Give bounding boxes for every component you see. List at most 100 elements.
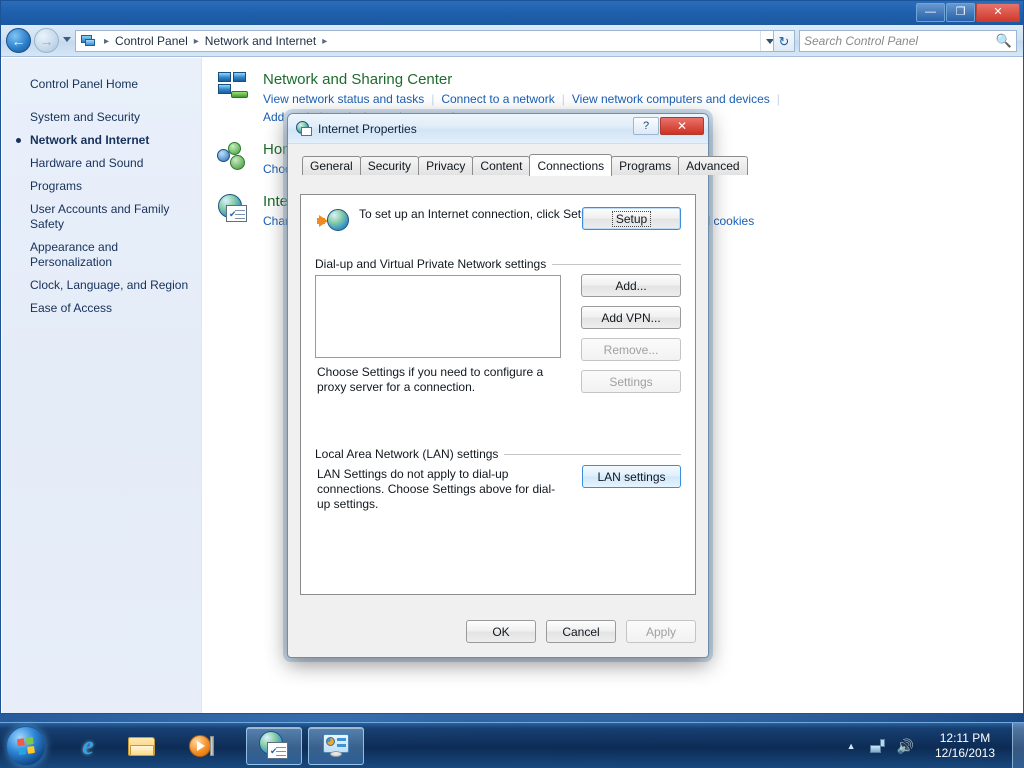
dialup-connections-list[interactable] (315, 275, 561, 358)
link-view-network-status-and-tasks[interactable]: View network status and tasks (263, 90, 424, 108)
lan-note: LAN Settings do not apply to dial-up con… (317, 467, 556, 511)
taskbar-internet-options[interactable]: ✔ (246, 727, 302, 765)
homegroup-icon (217, 140, 257, 178)
window-controls: — ❐ ✕ (916, 3, 1020, 22)
sidebar-item-clock-language-and-region[interactable]: Clock, Language, and Region (2, 274, 201, 297)
network-icon[interactable] (869, 739, 885, 753)
show-hidden-icons-button[interactable]: ▲ (839, 741, 864, 751)
show-desktop-button[interactable] (1012, 723, 1024, 768)
link-connect-to-a-network[interactable]: Connect to a network (441, 90, 554, 108)
taskbar: e ✔ ▲ 🔊 12:11 PM 12/16/2013 (0, 722, 1024, 768)
clock-time: 12:11 PM (939, 731, 991, 745)
sidebar-item-user-accounts-and-family-safety[interactable]: User Accounts and Family Safety (2, 198, 201, 236)
setup-button-label: Setup (611, 210, 652, 227)
tab-content[interactable]: Content (472, 156, 531, 175)
link-divider: | (431, 92, 435, 106)
clock[interactable]: 12:11 PM 12/16/2013 (920, 731, 1012, 761)
tab-privacy[interactable]: Privacy (418, 156, 474, 175)
link-view-network-computers-and-devices[interactable]: View network computers and devices (572, 90, 770, 108)
dialog-body: General Security Privacy Content Connect… (288, 144, 748, 657)
group-divider-line (504, 453, 681, 455)
control-panel-icon (80, 33, 96, 49)
sidebar-item-network-and-internet[interactable]: Network and Internet (2, 129, 201, 152)
close-button[interactable]: ✕ (976, 3, 1020, 22)
add-vpn-button[interactable]: Add VPN... (581, 306, 681, 329)
internet-explorer-icon: e (82, 731, 94, 760)
recent-pages-chevron-down-icon[interactable] (63, 37, 71, 42)
taskbar-internet-explorer[interactable]: e (66, 727, 110, 765)
back-button[interactable]: ← (6, 28, 31, 53)
sidebar-item-control-panel-home[interactable]: Control Panel Home (2, 73, 201, 96)
dialup-buttons: Add... Add VPN... Remove... Settings (581, 274, 681, 402)
volume-icon[interactable]: 🔊 (891, 739, 920, 753)
lan-settings-button[interactable]: LAN settings (582, 465, 681, 488)
apply-button: Apply (626, 620, 696, 643)
internet-properties-icon (296, 120, 312, 137)
dialog-window-controls: ? ✕ (633, 117, 704, 135)
maximize-button[interactable]: ❐ (946, 3, 975, 22)
search-input[interactable]: Search Control Panel 🔍 (799, 30, 1017, 52)
tab-security[interactable]: Security (359, 156, 420, 175)
search-icon: 🔍 (995, 33, 1012, 48)
sidebar-item-appearance-and-personalization[interactable]: Appearance and Personalization (2, 236, 201, 274)
start-button[interactable] (6, 726, 46, 766)
lan-group-label-text: Local Area Network (LAN) settings (315, 447, 499, 461)
breadcrumb[interactable]: ▸ Control Panel ▸ Network and Internet ▸ (75, 30, 781, 52)
category-title[interactable]: Network and Sharing Center (263, 70, 787, 89)
remove-button: Remove... (581, 338, 681, 361)
dialup-group-label-text: Dial-up and Virtual Private Network sett… (315, 257, 547, 271)
search-placeholder: Search Control Panel (804, 34, 919, 48)
forward-button[interactable]: → (34, 28, 59, 53)
minimize-button[interactable]: — (916, 3, 945, 22)
internet-options-icon: ✔ (217, 192, 257, 230)
add-button[interactable]: Add... (581, 274, 681, 297)
network-and-sharing-center-icon (217, 70, 257, 126)
connections-tab-panel: To set up an Internet connection, click … (300, 194, 696, 595)
windows-logo-icon (16, 736, 35, 755)
dialog-titlebar[interactable]: Internet Properties ? ✕ (288, 114, 708, 144)
dialup-group-label: Dial-up and Virtual Private Network sett… (315, 257, 681, 271)
system-tray: ▲ 🔊 12:11 PM 12/16/2013 (839, 723, 1024, 768)
tab-advanced[interactable]: Advanced (678, 156, 748, 175)
setup-button[interactable]: Setup (582, 207, 681, 230)
link-divider: | (776, 92, 780, 106)
tab-programs[interactable]: Programs (611, 156, 680, 175)
taskbar-windows-media-player[interactable] (180, 727, 224, 765)
breadcrumb-item-network-and-internet[interactable]: Network and Internet (203, 34, 318, 48)
internet-options-icon: ✔ (258, 731, 290, 761)
internet-connection-icon (317, 207, 351, 235)
folder-icon (128, 735, 156, 757)
dialup-settings-group: Dial-up and Virtual Private Network sett… (315, 257, 681, 394)
tab-connections[interactable]: Connections (529, 154, 613, 176)
sidebar-item-programs[interactable]: Programs (2, 175, 201, 198)
media-player-icon (189, 734, 215, 758)
address-bar: ← → ▸ Control Panel ▸ Network and Intern… (1, 25, 1023, 57)
lan-settings-group: Local Area Network (LAN) settings LAN Se… (315, 447, 681, 511)
breadcrumb-separator-2[interactable]: ▸ (318, 36, 331, 47)
sidebar-item-hardware-and-sound[interactable]: Hardware and Sound (2, 152, 201, 175)
settings-button: Settings (581, 370, 681, 393)
window-titlebar: — ❐ ✕ (1, 1, 1023, 25)
breadcrumb-separator-1[interactable]: ▸ (190, 36, 203, 47)
internet-properties-dialog: Internet Properties ? ✕ General Security… (287, 113, 748, 658)
proxy-note: Choose Settings if you need to configure… (317, 365, 544, 394)
breadcrumb-item-control-panel[interactable]: Control Panel (113, 34, 190, 48)
dialog-footer: OK Cancel Apply (466, 620, 696, 643)
taskbar-windows-explorer[interactable] (120, 727, 164, 765)
link-divider: | (561, 92, 565, 106)
taskbar-control-panel[interactable] (308, 727, 364, 765)
sidebar-item-system-and-security[interactable]: System and Security (2, 106, 201, 129)
help-button[interactable]: ? (633, 117, 659, 135)
sidebar-item-ease-of-access[interactable]: Ease of Access (2, 297, 201, 320)
ok-button[interactable]: OK (466, 620, 536, 643)
tab-strip: General Security Privacy Content Connect… (300, 154, 748, 176)
cancel-button[interactable]: Cancel (546, 620, 616, 643)
group-divider-line (552, 263, 681, 265)
tab-general[interactable]: General (302, 156, 361, 175)
refresh-button[interactable]: ↻ (773, 30, 795, 52)
dialog-title: Internet Properties (318, 121, 417, 136)
dialog-close-button[interactable]: ✕ (660, 117, 704, 135)
breadcrumb-separator-0: ▸ (104, 35, 110, 47)
clock-date: 12/16/2013 (934, 746, 996, 760)
control-panel-icon (322, 734, 350, 758)
